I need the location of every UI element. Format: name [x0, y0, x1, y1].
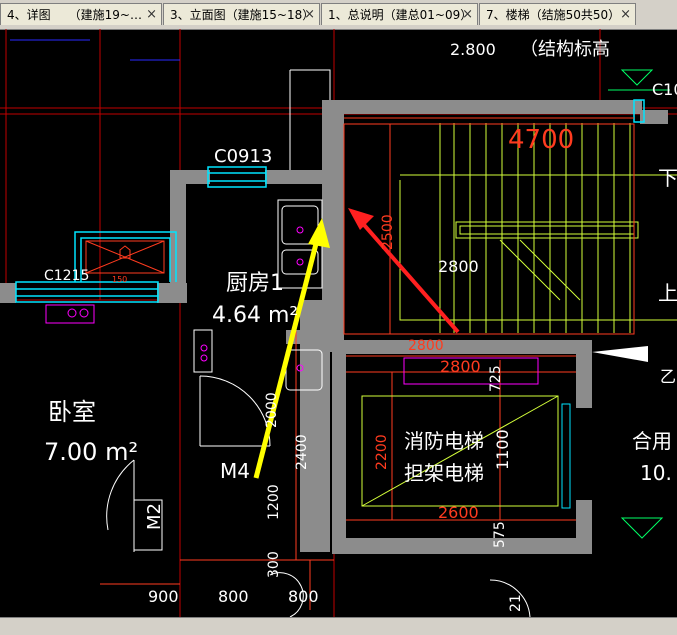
door-m2-label: M2 [144, 503, 165, 530]
window-c10-label: C10 [652, 80, 677, 99]
horizontal-scrollbar[interactable] [0, 617, 677, 635]
tab-general-notes[interactable]: 1、总说明（建总01~09） × [321, 3, 478, 25]
dim-300-label: 300 [266, 551, 282, 578]
kitchen-area-label: 4.64 m² [212, 303, 298, 328]
dim-2400-label: 2400 [294, 434, 310, 470]
dim-2000-label: 2000 [264, 392, 280, 428]
tab-general-notes-label: 1、总说明（建总01~09） [328, 8, 473, 22]
top-elevation-label: 2.800 [450, 40, 496, 59]
stair-2800-label: 2800 [438, 257, 479, 276]
dim-575-label: 575 [492, 521, 508, 548]
bedroom-area-label: 7.00 m² [44, 438, 138, 466]
tab-stairs-label: 7、楼梯（结施50共50） [486, 8, 621, 22]
right-partial-label: 乙F [660, 367, 677, 386]
cad-canvas[interactable]: 2.800 （结构标高 C0913 C1215 C10 厨房1 4.64 m² … [0, 29, 677, 617]
range-hood [85, 240, 165, 274]
dim-2500-label: 2500 [380, 214, 396, 250]
structure-note-label: （结构标高 [520, 39, 610, 60]
drawing-tab-bar: 4、详图 （建施19~… × 3、立面图（建施15~18） × 1、总说明（建总… [0, 0, 677, 30]
dim-2600-label: 2600 [438, 503, 479, 522]
close-icon[interactable]: × [620, 4, 631, 25]
tab-stairs[interactable]: 7、楼梯（结施50共50） × [479, 3, 636, 25]
dim-2800-top-label: 2800 [408, 338, 444, 354]
bottom-900-label: 900 [148, 587, 179, 606]
window-c1215-label: C1215 [44, 268, 89, 284]
bottom-800a-label: 800 [218, 587, 249, 606]
window-c0913-label: C0913 [214, 146, 272, 167]
dim-4700-label: 4700 [508, 125, 574, 155]
door-m4-label: M4 [220, 459, 250, 483]
tab-detail[interactable]: 4、详图 （建施19~… × [0, 3, 162, 25]
ramp-marker [592, 346, 648, 362]
elevator-line2-label: 担架电梯 [404, 461, 484, 485]
tab-detail-label: 4、详图 （建施19~… [7, 8, 142, 22]
elevator-line1-label: 消防电梯 [404, 429, 484, 453]
tab-elevation-label: 3、立面图（建施15~18） [170, 8, 315, 22]
dim-21-label: 21 [508, 594, 524, 612]
dim-1200-label: 1200 [266, 484, 282, 520]
bottom-800b-label: 800 [288, 587, 319, 606]
shared-room-area-label: 10. [640, 461, 672, 485]
dim-2200-label: 2200 [374, 434, 390, 470]
close-icon[interactable]: × [146, 4, 157, 25]
tab-elevation[interactable]: 3、立面图（建施15~18） × [163, 3, 320, 25]
shared-room-name-label: 合用 [632, 429, 672, 453]
stair-down-label: 下 [658, 166, 677, 190]
dim-150-label: 150 [112, 275, 127, 284]
kitchen-name-label: 厨房1 [226, 271, 284, 296]
close-icon[interactable]: × [462, 4, 473, 25]
bedroom-name-label: 卧室 [48, 398, 96, 426]
dim-2800-shaft-label: 2800 [440, 357, 481, 376]
dim-725-label: 725 [488, 365, 504, 392]
close-icon[interactable]: × [304, 4, 315, 25]
grid-blue-lines [10, 39, 180, 61]
dim-1100-label: 1100 [493, 429, 512, 470]
stair-up-label: 上 [658, 281, 677, 305]
